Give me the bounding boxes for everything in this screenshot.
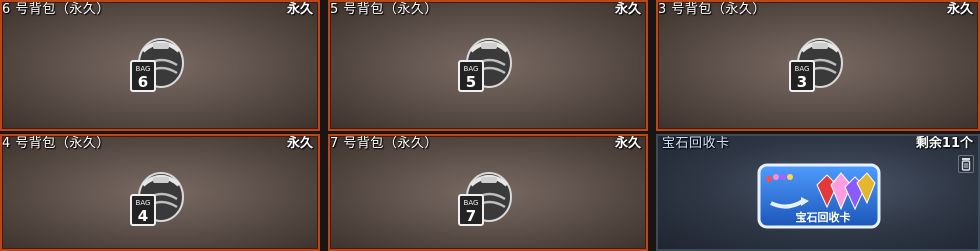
bag-text: BAG: [136, 65, 151, 73]
backpack-icon: BAG 5: [458, 38, 512, 92]
inventory-slot-bag-3[interactable]: 3 号背包（永久） 永久 BAG 3: [656, 0, 980, 131]
item-title: 6 号背包（永久）: [2, 2, 110, 17]
gem-card-label: 宝石回收卡: [796, 210, 851, 224]
bag-number: 6: [138, 73, 148, 91]
bag-number: 7: [466, 207, 476, 225]
bag-text: BAG: [136, 199, 151, 207]
bag-number: 4: [138, 207, 148, 225]
backpack-icon: BAG 6: [130, 38, 184, 92]
item-duration: 永久: [286, 136, 313, 151]
inventory-slot-bag-4[interactable]: 4 号背包（永久） 永久 BAG 4: [0, 134, 320, 251]
backpack-icon: BAG 4: [130, 172, 184, 226]
bag-text: BAG: [795, 65, 810, 73]
item-title: 7 号背包（永久）: [330, 136, 438, 151]
gem-recycle-card-icon: 宝石回收卡: [757, 163, 881, 229]
inventory-grid: 6 号背包（永久） 永久 BAG 6 5 号背包（永久） 永久 BAG 5 3 …: [0, 0, 980, 251]
bag-number: 5: [466, 73, 476, 91]
delete-button[interactable]: [958, 155, 974, 173]
bag-number: 3: [797, 73, 807, 91]
item-duration: 永久: [614, 136, 641, 151]
inventory-slot-bag-7[interactable]: 7 号背包（永久） 永久 BAG 7: [328, 134, 648, 251]
bag-text: BAG: [464, 199, 479, 207]
item-duration: 永久: [286, 2, 313, 17]
item-title: 4 号背包（永久）: [2, 136, 110, 151]
inventory-slot-gem-recycle-card[interactable]: 宝石回收卡 剩余11个 宝石回收卡: [656, 134, 980, 251]
backpack-icon: BAG 3: [789, 38, 843, 92]
trash-icon: [961, 158, 971, 171]
item-duration: 永久: [946, 2, 973, 17]
backpack-icon: BAG 7: [458, 172, 512, 226]
inventory-slot-bag-5[interactable]: 5 号背包（永久） 永久 BAG 5: [328, 0, 648, 131]
item-title: 5 号背包（永久）: [330, 2, 438, 17]
item-duration: 永久: [614, 2, 641, 17]
item-remaining-count: 剩余11个: [915, 136, 973, 151]
inventory-slot-bag-6[interactable]: 6 号背包（永久） 永久 BAG 6: [0, 0, 320, 131]
item-title: 3 号背包（永久）: [658, 2, 766, 17]
item-title: 宝石回收卡: [662, 136, 730, 151]
bag-text: BAG: [464, 65, 479, 73]
